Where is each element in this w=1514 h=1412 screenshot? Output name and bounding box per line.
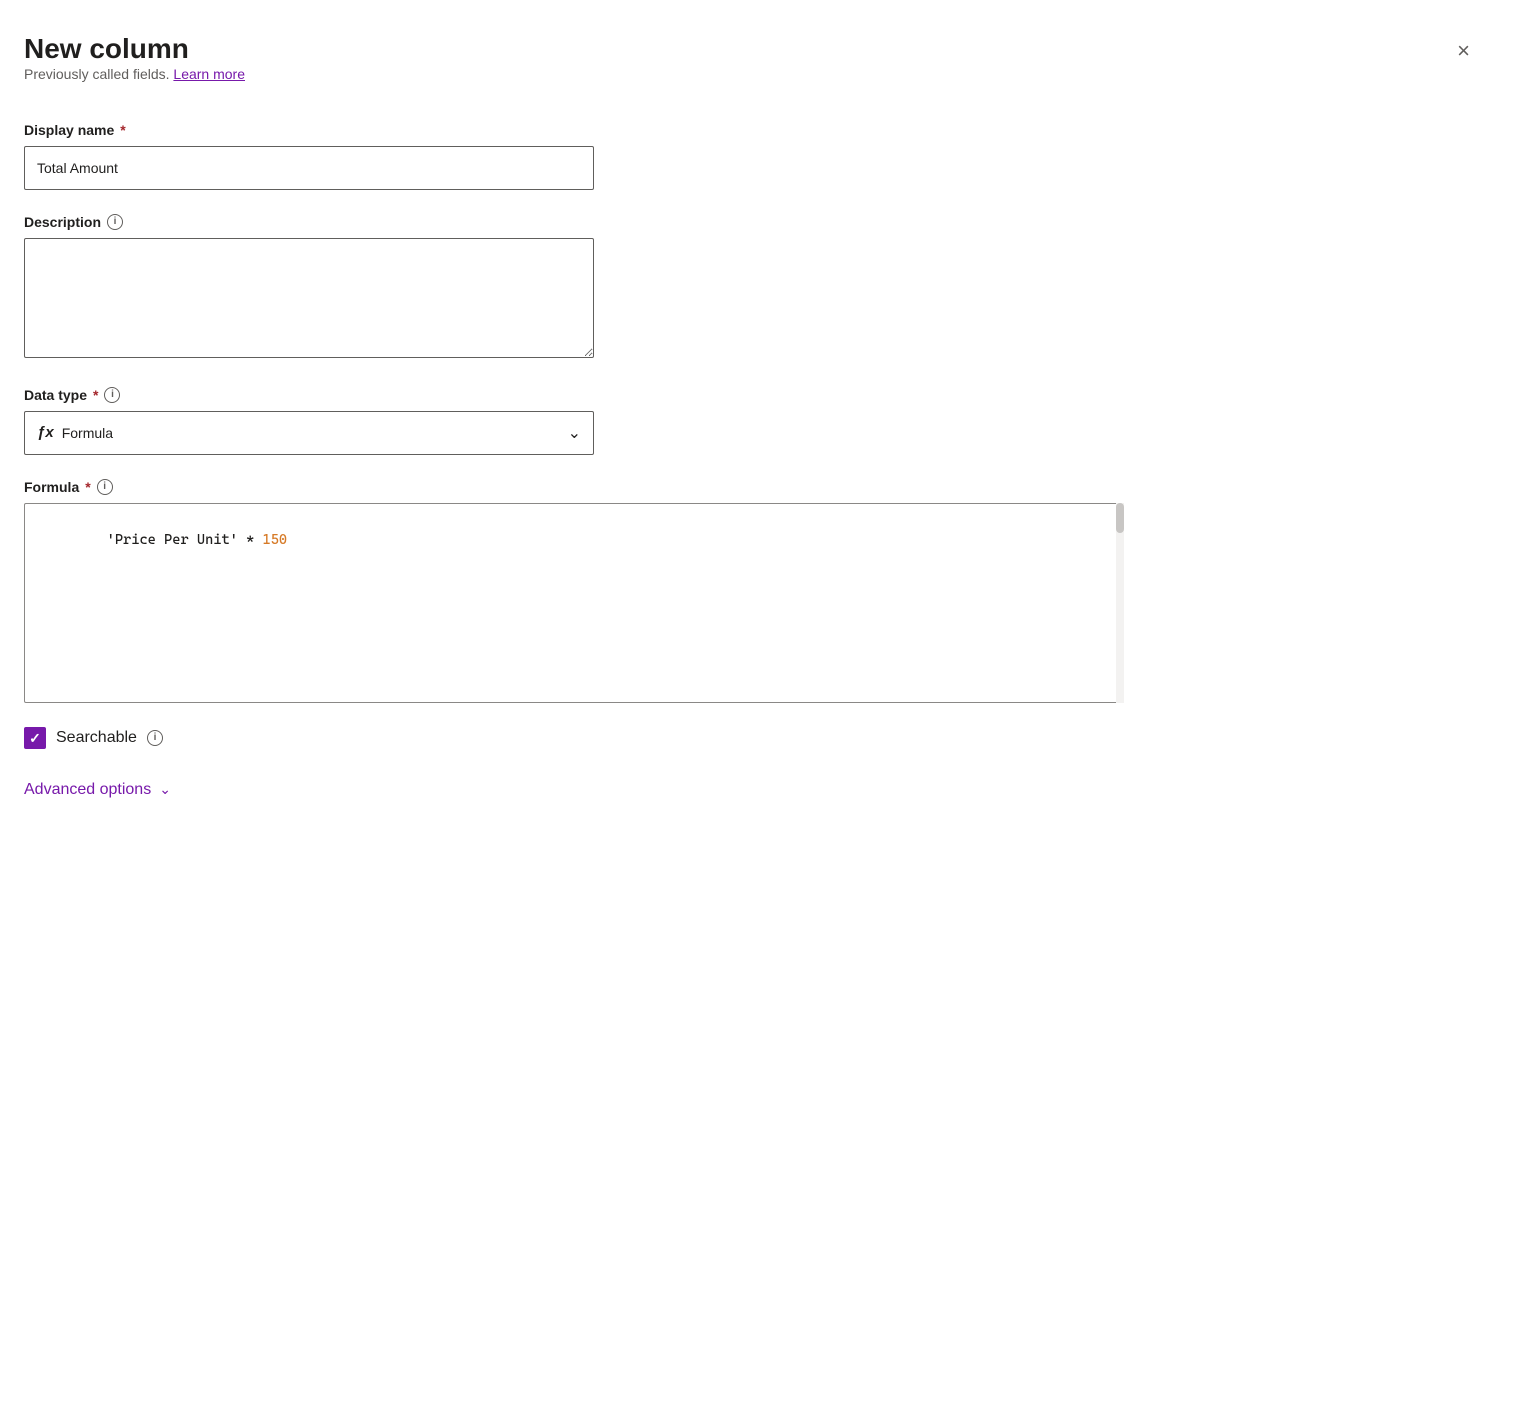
formula-icon: ƒx bbox=[37, 424, 54, 441]
formula-scrollbar[interactable] bbox=[1116, 503, 1124, 703]
new-column-panel: New column Previously called fields. Lea… bbox=[0, 0, 1514, 1412]
panel-title-area: New column Previously called fields. Lea… bbox=[24, 32, 245, 114]
searchable-info-icon[interactable]: i bbox=[147, 730, 163, 746]
formula-label: Formula * i bbox=[24, 479, 1474, 495]
advanced-options-row[interactable]: Advanced options ⌄ bbox=[24, 781, 1474, 799]
description-label: Description i bbox=[24, 214, 1474, 230]
formula-section: Formula * i 'Price Per Unit' * 150 bbox=[24, 479, 1474, 703]
display-name-required: * bbox=[120, 122, 125, 138]
data-type-info-icon[interactable]: i bbox=[104, 387, 120, 403]
display-name-input[interactable] bbox=[24, 146, 594, 190]
data-type-required: * bbox=[93, 387, 98, 403]
display-name-label: Display name * bbox=[24, 122, 1474, 138]
panel-title: New column bbox=[24, 32, 245, 66]
data-type-select[interactable]: ƒx Formula ⌄ bbox=[24, 411, 594, 455]
formula-string-part: 'Price Per Unit' bbox=[107, 532, 238, 548]
panel-header: New column Previously called fields. Lea… bbox=[24, 32, 1474, 114]
close-button[interactable]: × bbox=[1453, 36, 1474, 66]
display-name-section: Display name * bbox=[24, 122, 1474, 190]
data-type-section: Data type * i ƒx Formula ⌄ bbox=[24, 387, 1474, 455]
learn-more-link[interactable]: Learn more bbox=[173, 66, 245, 82]
searchable-row: ✓ Searchable i bbox=[24, 727, 1474, 749]
data-type-label: Data type * i bbox=[24, 387, 1474, 403]
formula-operator-part: * bbox=[238, 532, 263, 548]
description-section: Description i bbox=[24, 214, 1474, 363]
advanced-options-label: Advanced options bbox=[24, 781, 151, 799]
data-type-select-left: ƒx Formula bbox=[37, 424, 113, 441]
searchable-checkbox[interactable]: ✓ bbox=[24, 727, 46, 749]
data-type-select-wrapper: ƒx Formula ⌄ bbox=[24, 411, 594, 455]
searchable-label: Searchable bbox=[56, 729, 137, 747]
formula-required: * bbox=[85, 479, 90, 495]
data-type-value: Formula bbox=[62, 425, 113, 441]
formula-editor[interactable]: 'Price Per Unit' * 150 bbox=[24, 503, 1124, 703]
formula-info-icon[interactable]: i bbox=[97, 479, 113, 495]
description-info-icon[interactable]: i bbox=[107, 214, 123, 230]
formula-number-part: 150 bbox=[262, 532, 287, 548]
check-icon: ✓ bbox=[29, 731, 41, 745]
description-input[interactable] bbox=[24, 238, 594, 358]
panel-subtitle: Previously called fields. Learn more bbox=[24, 66, 245, 82]
data-type-chevron-icon: ⌄ bbox=[568, 423, 581, 443]
formula-scrollbar-thumb bbox=[1116, 503, 1124, 533]
formula-editor-wrapper: 'Price Per Unit' * 150 bbox=[24, 503, 1124, 703]
advanced-options-chevron-icon: ⌄ bbox=[159, 781, 171, 798]
